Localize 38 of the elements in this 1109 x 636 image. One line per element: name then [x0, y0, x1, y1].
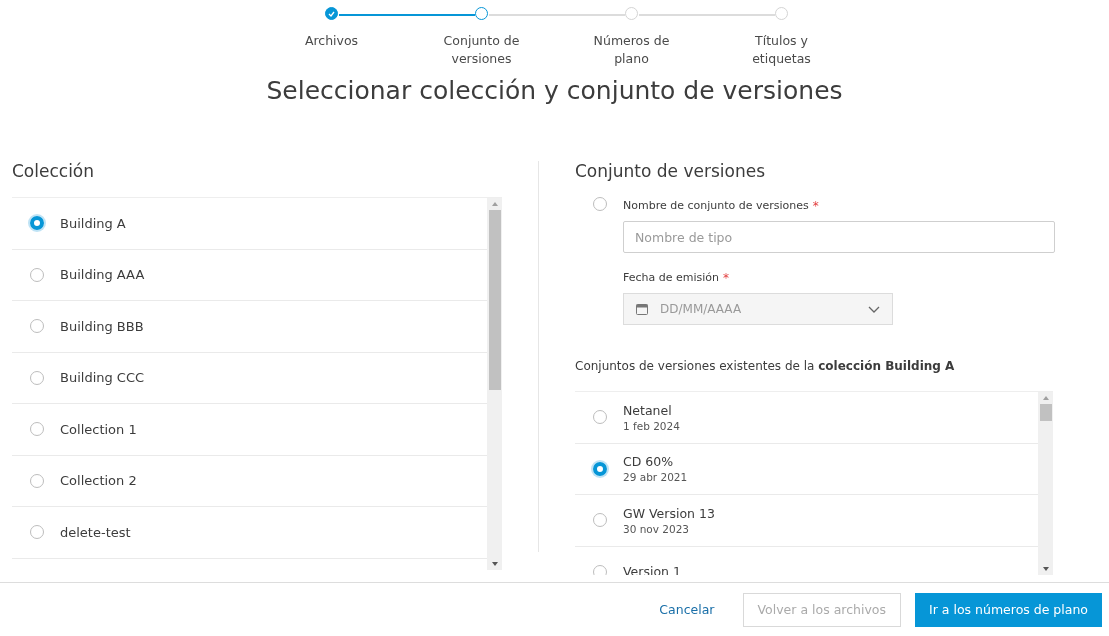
calendar-icon	[636, 303, 648, 315]
step-label: Títulos y etiquetas	[751, 32, 812, 68]
collection-item[interactable]: Collection 1	[12, 404, 487, 456]
collection-item[interactable]: Building BBB	[12, 301, 487, 353]
name-input[interactable]: Nombre de tipo	[623, 221, 1055, 253]
scrollbar-thumb[interactable]	[1039, 404, 1052, 421]
page-title: Seleccionar colección y conjunto de versiones	[265, 76, 844, 105]
required-mark: *	[812, 199, 819, 213]
radio-button[interactable]	[30, 216, 44, 231]
version-set-item[interactable]: GW Version 13 30 nov 2023	[575, 495, 1038, 547]
collection-item[interactable]: Building A	[12, 198, 487, 250]
version-set-item[interactable]: Netanel 1 feb 2024	[575, 392, 1038, 444]
collection-item[interactable]: Collection 2	[12, 455, 487, 507]
version-set-name: CD 60%	[623, 454, 675, 470]
cancel-link[interactable]: Cancelar	[645, 592, 729, 627]
version-set-date: 1 feb 2024	[623, 419, 680, 432]
required-mark: *	[723, 271, 730, 285]
scrollbar-thumb[interactable]	[488, 210, 501, 390]
scrollbar[interactable]	[487, 198, 502, 570]
step-label: Números de plano	[592, 32, 671, 68]
section-heading: Conjunto de versiones	[575, 161, 767, 181]
version-set-name: GW Version 13	[623, 505, 715, 521]
version-set-item[interactable]: CD 60% 29 abr 2021	[575, 443, 1038, 495]
field-label: Nombre de conjunto de versiones	[623, 199, 809, 212]
version-set-date: 29 abr 2021	[623, 471, 688, 484]
step-label: Conjunto de versiones	[442, 32, 521, 68]
chevron-down-icon	[868, 305, 880, 313]
step-label: Archivos	[303, 32, 360, 50]
collection-item[interactable]: Building AAA	[12, 249, 487, 301]
version-set-date: 30 nov 2023	[623, 522, 691, 535]
existing-sets-caption: Conjuntos de versiones existentes de la colección Building A	[575, 359, 956, 373]
radio-button[interactable]	[593, 461, 607, 476]
version-set-name: Netanel	[623, 402, 673, 418]
scrollbar[interactable]	[1038, 392, 1053, 575]
collection-item[interactable]: Building CCC	[12, 352, 487, 404]
collection-item[interactable]: delete-test	[12, 507, 487, 559]
section-heading: Colección	[12, 161, 96, 181]
field-label: Fecha de emisión	[623, 271, 720, 284]
